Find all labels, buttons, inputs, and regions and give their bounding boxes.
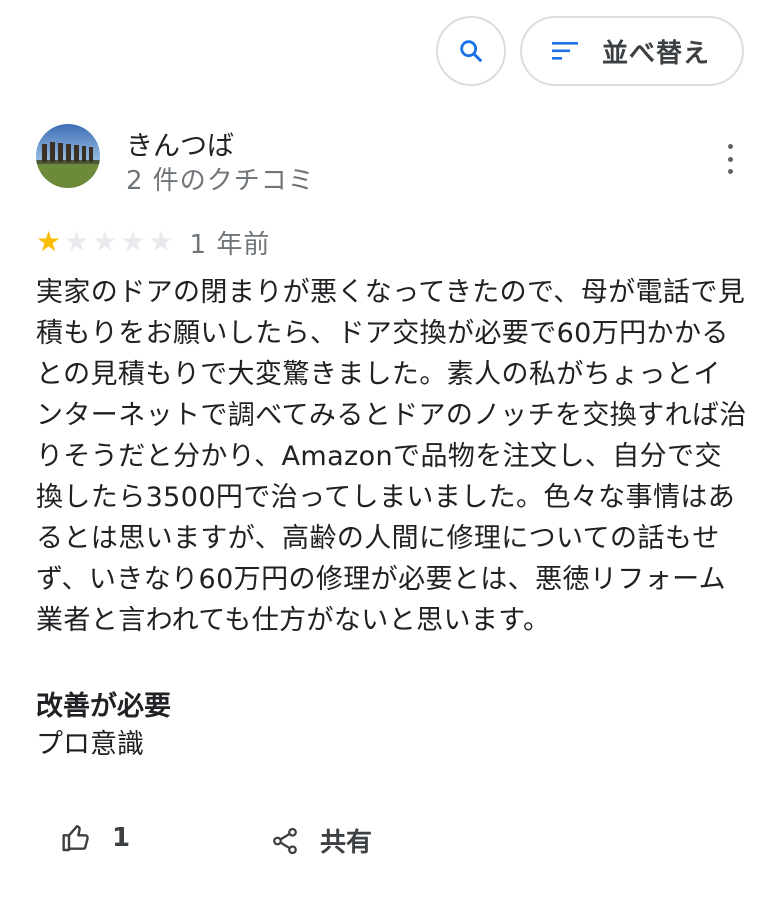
more-vert-dot: [727, 169, 733, 174]
star-rating: ★ ★ ★ ★ ★: [36, 228, 174, 256]
star-icon: ★: [36, 225, 62, 258]
attribute-value: プロ意識: [36, 729, 144, 760]
review-attribute: 改善が必要 プロ意識: [36, 688, 736, 764]
review-text: 実家のドアの閉まりが悪くなってきたので、母が電話で見積もりをお願いしたら、ドア交…: [36, 277, 747, 636]
attribute-title: 改善が必要: [36, 691, 171, 722]
avatar[interactable]: [36, 124, 100, 188]
share-icon: [273, 827, 297, 854]
more-options-button[interactable]: [720, 144, 740, 174]
star-icon: ★: [92, 225, 118, 258]
search-icon: [460, 40, 482, 62]
star-icon: ★: [120, 225, 146, 258]
search-button[interactable]: [436, 16, 506, 86]
share-label: 共有: [320, 828, 373, 858]
like-count: 1: [112, 823, 131, 853]
star-icon: ★: [64, 225, 90, 258]
review-count: 2 件のクチコミ: [126, 166, 315, 196]
review-actions: 1 共有: [0, 814, 778, 870]
thumb-up-icon: [62, 825, 89, 852]
sort-button[interactable]: 並べ替え: [520, 16, 744, 86]
reviewer-header: きんつば 2 件のクチコミ: [36, 124, 746, 196]
more-vert-icon: [727, 144, 733, 149]
share-button[interactable]: 共有: [270, 822, 372, 859]
review-time: 1 年前: [189, 229, 271, 260]
reviewer-name[interactable]: きんつば: [126, 124, 234, 163]
sort-icon: [552, 40, 580, 62]
rating-row: ★ ★ ★ ★ ★ 1 年前: [36, 226, 271, 260]
sort-label: 並べ替え: [602, 38, 711, 69]
star-icon: ★: [148, 225, 174, 258]
like-button[interactable]: 1: [60, 822, 130, 854]
more-vert-dot: [727, 156, 733, 162]
toolbar: 並べ替え: [0, 16, 778, 88]
